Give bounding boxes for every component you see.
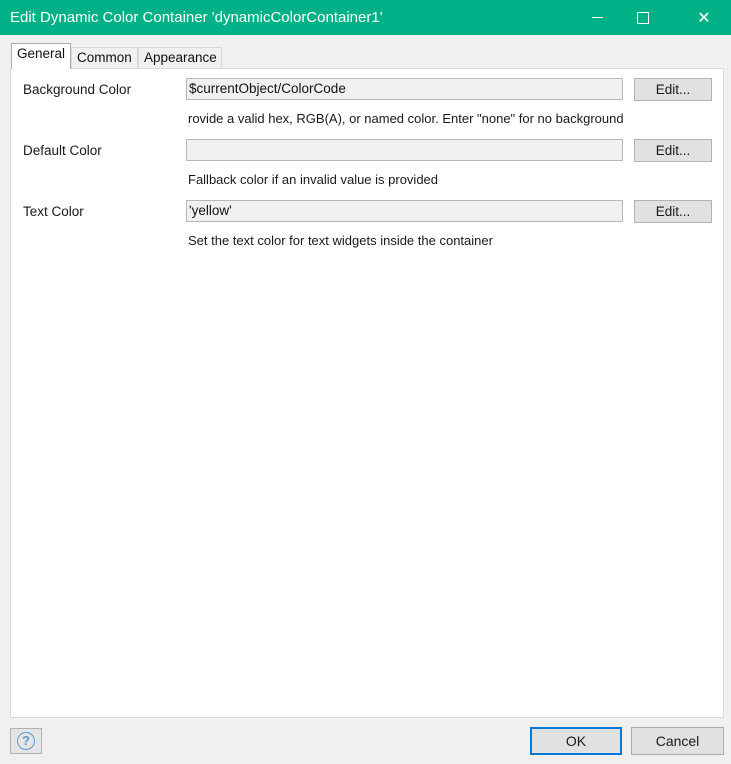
help-button[interactable]: ? [10,728,42,754]
tab-common[interactable]: Common [71,47,138,69]
tab-appearance[interactable]: Appearance [138,47,222,69]
default-color-field[interactable] [186,139,623,161]
background-color-label: Background Color [23,82,132,97]
minimize-icon [591,17,603,18]
default-color-edit-button[interactable]: Edit... [634,139,712,162]
text-color-field[interactable]: 'yellow' [186,200,623,222]
close-button[interactable]: ✕ [681,0,727,35]
background-color-field[interactable]: $currentObject/ColorCode [186,78,623,100]
help-icon: ? [17,732,35,750]
window-title: Edit Dynamic Color Container 'dynamicCol… [10,9,383,26]
maximize-icon [637,11,649,24]
maximize-button[interactable] [620,0,666,35]
text-color-edit-button[interactable]: Edit... [634,200,712,223]
ok-button[interactable]: OK [530,727,622,755]
default-color-hint: Fallback color if an invalid value is pr… [188,172,439,187]
cancel-button[interactable]: Cancel [631,727,724,755]
tab-general[interactable]: General [11,43,71,69]
text-color-hint: Set the text color for text widgets insi… [188,233,493,248]
text-color-label: Text Color [23,204,84,219]
title-bar: Edit Dynamic Color Container 'dynamicCol… [0,0,731,35]
background-color-edit-button[interactable]: Edit... [634,78,712,101]
general-tab-panel [10,68,724,718]
minimize-button[interactable] [574,0,620,35]
close-icon: ✕ [697,9,711,27]
default-color-label: Default Color [23,143,102,158]
background-color-hint: rovide a valid hex, RGB(A), or named col… [188,111,624,126]
